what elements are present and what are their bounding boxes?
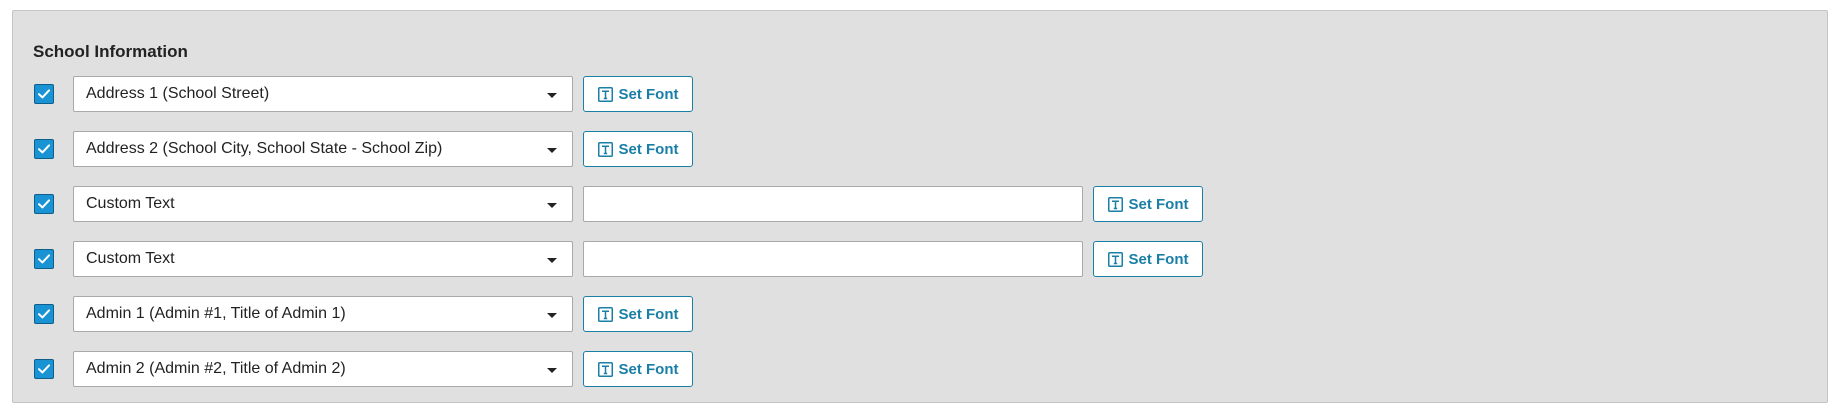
chevron-down-icon — [547, 258, 557, 263]
field-select[interactable]: Address 2 (School City, School State - S… — [73, 131, 573, 167]
field-row-admin-2: Admin 2 (Admin #2, Title of Admin 2) Set… — [13, 351, 1827, 387]
field-select[interactable]: Custom Text — [73, 241, 573, 277]
section-title: School Information — [33, 42, 188, 61]
school-information-panel: School Information Address 1 (School Str… — [12, 10, 1828, 403]
field-select[interactable]: Admin 2 (Admin #2, Title of Admin 2) — [73, 351, 573, 387]
select-value: Admin 1 (Admin #1, Title of Admin 1) — [86, 305, 346, 322]
text-font-icon — [597, 86, 613, 102]
set-font-button[interactable]: Set Font — [1093, 241, 1203, 277]
set-font-label: Set Font — [1128, 250, 1189, 268]
set-font-label: Set Font — [1128, 195, 1189, 213]
checkmark-icon — [38, 89, 50, 99]
field-row-custom-text-2: Custom Text Set Font — [13, 241, 1827, 277]
text-font-icon — [1107, 196, 1123, 212]
include-checkbox[interactable] — [34, 359, 54, 379]
text-font-icon — [1107, 251, 1123, 267]
include-checkbox[interactable] — [34, 194, 54, 214]
include-checkbox[interactable] — [34, 139, 54, 159]
checkmark-icon — [38, 364, 50, 374]
chevron-down-icon — [547, 313, 557, 318]
field-row-address-2: Address 2 (School City, School State - S… — [13, 131, 1827, 167]
field-select[interactable]: Address 1 (School Street) — [73, 76, 573, 112]
custom-text-input[interactable] — [583, 186, 1083, 222]
checkmark-icon — [38, 144, 50, 154]
checkmark-icon — [38, 199, 50, 209]
checkmark-icon — [38, 309, 50, 319]
custom-text-input[interactable] — [583, 241, 1083, 277]
text-font-icon — [597, 306, 613, 322]
select-value: Address 1 (School Street) — [86, 85, 270, 102]
text-font-icon — [597, 361, 613, 377]
set-font-label: Set Font — [618, 140, 679, 158]
field-row-admin-1: Admin 1 (Admin #1, Title of Admin 1) Set… — [13, 296, 1827, 332]
field-select[interactable]: Admin 1 (Admin #1, Title of Admin 1) — [73, 296, 573, 332]
text-font-icon — [597, 141, 613, 157]
include-checkbox[interactable] — [34, 304, 54, 324]
include-checkbox[interactable] — [34, 249, 54, 269]
set-font-button[interactable]: Set Font — [583, 131, 693, 167]
chevron-down-icon — [547, 368, 557, 373]
set-font-label: Set Font — [618, 85, 679, 103]
select-value: Admin 2 (Admin #2, Title of Admin 2) — [86, 360, 346, 377]
set-font-button[interactable]: Set Font — [583, 296, 693, 332]
chevron-down-icon — [547, 203, 557, 208]
checkmark-icon — [38, 254, 50, 264]
select-value: Address 2 (School City, School State - S… — [86, 140, 443, 157]
field-row-address-1: Address 1 (School Street) Set Font — [13, 76, 1827, 112]
include-checkbox[interactable] — [34, 84, 54, 104]
set-font-button[interactable]: Set Font — [1093, 186, 1203, 222]
field-select[interactable]: Custom Text — [73, 186, 573, 222]
field-row-custom-text-1: Custom Text Set Font — [13, 186, 1827, 222]
set-font-button[interactable]: Set Font — [583, 351, 693, 387]
chevron-down-icon — [547, 93, 557, 98]
select-value: Custom Text — [86, 250, 175, 267]
set-font-label: Set Font — [618, 360, 679, 378]
select-value: Custom Text — [86, 195, 175, 212]
chevron-down-icon — [547, 148, 557, 153]
set-font-button[interactable]: Set Font — [583, 76, 693, 112]
set-font-label: Set Font — [618, 305, 679, 323]
